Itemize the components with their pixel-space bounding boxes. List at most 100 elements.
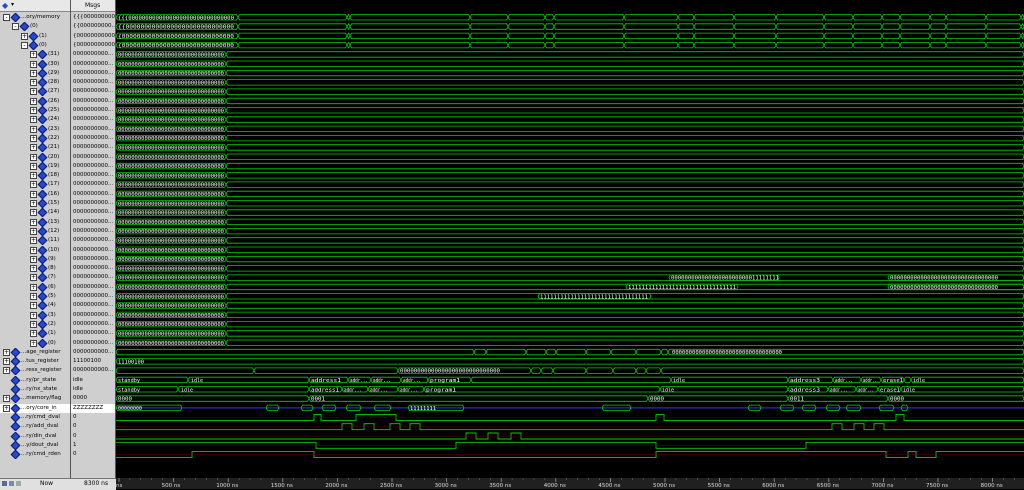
signal-row[interactable]: + (13) bbox=[0, 217, 70, 227]
signal-row[interactable]: + (11) bbox=[0, 236, 70, 246]
expand-icon[interactable]: + bbox=[30, 255, 37, 263]
signal-row[interactable]: ...y/dout_dval bbox=[0, 440, 70, 450]
signal-row[interactable]: + ...tus_register bbox=[0, 357, 70, 367]
footer-icon-b[interactable] bbox=[9, 481, 14, 486]
expand-icon[interactable]: + bbox=[3, 358, 10, 366]
signal-row[interactable]: + (6) bbox=[0, 282, 70, 292]
signal-row[interactable]: + (7) bbox=[0, 273, 70, 283]
expand-icon[interactable]: + bbox=[30, 209, 37, 217]
expand-icon[interactable]: + bbox=[30, 200, 37, 207]
signal-row[interactable]: + (1) bbox=[0, 329, 70, 339]
wave-menu-icon[interactable]: ◆ bbox=[2, 1, 11, 10]
signal-row[interactable]: + (26) bbox=[0, 96, 70, 106]
expand-icon[interactable]: + bbox=[30, 107, 37, 114]
signal-row[interactable]: ...ry/add_dval bbox=[0, 422, 70, 432]
value-row: 0000000000... bbox=[71, 78, 115, 87]
expand-icon[interactable]: + bbox=[30, 116, 37, 124]
signal-row[interactable]: + ...ress_register bbox=[0, 366, 70, 376]
expand-icon[interactable]: + bbox=[21, 32, 28, 40]
expand-icon[interactable]: + bbox=[3, 348, 10, 356]
expand-icon[interactable]: + bbox=[30, 265, 37, 273]
footer-icon-a[interactable] bbox=[2, 481, 7, 486]
signal-row[interactable]: + (1) bbox=[0, 31, 70, 41]
expand-icon[interactable]: + bbox=[30, 293, 37, 300]
expand-icon[interactable]: + bbox=[30, 181, 37, 189]
expand-icon[interactable]: + bbox=[30, 330, 37, 338]
signal-row[interactable]: + (31) bbox=[0, 50, 70, 60]
expand-icon[interactable]: + bbox=[30, 162, 37, 170]
expand-icon[interactable]: + bbox=[3, 395, 10, 403]
signal-row[interactable]: - (0) bbox=[0, 22, 70, 32]
signal-row[interactable]: ...ry/din_dval bbox=[0, 431, 70, 441]
signal-row[interactable]: + (10) bbox=[0, 245, 70, 255]
signal-row[interactable]: + (24) bbox=[0, 115, 70, 125]
signal-row[interactable]: ...ry/cmd_rden bbox=[0, 450, 70, 460]
bus-value-label: {000000000000000000000000000000 bbox=[118, 34, 234, 40]
signal-row[interactable]: + (14) bbox=[0, 208, 70, 218]
signal-row[interactable]: + (16) bbox=[0, 189, 70, 199]
signal-row[interactable]: + (4) bbox=[0, 301, 70, 311]
expand-icon[interactable]: + bbox=[30, 339, 37, 347]
expand-icon[interactable]: + bbox=[30, 69, 37, 77]
bus-segment bbox=[349, 32, 471, 39]
expand-icon[interactable]: + bbox=[30, 144, 37, 152]
expand-icon[interactable]: + bbox=[30, 153, 37, 161]
expand-icon[interactable]: + bbox=[30, 227, 37, 235]
signal-row[interactable]: + (18) bbox=[0, 171, 70, 181]
signal-row[interactable]: - (0) bbox=[0, 40, 70, 50]
footer-icon-c[interactable] bbox=[16, 481, 21, 486]
signal-row[interactable]: + (22) bbox=[0, 133, 70, 143]
signal-diamond-icon bbox=[37, 189, 48, 199]
expand-icon[interactable]: + bbox=[30, 79, 37, 87]
signal-row[interactable]: + (28) bbox=[0, 78, 70, 88]
expand-icon[interactable]: + bbox=[30, 274, 37, 282]
signal-row[interactable]: + (12) bbox=[0, 226, 70, 236]
expand-icon[interactable]: + bbox=[30, 246, 37, 254]
signal-row[interactable]: + (29) bbox=[0, 68, 70, 78]
signal-row[interactable]: + (9) bbox=[0, 254, 70, 264]
signal-row[interactable]: + (25) bbox=[0, 106, 70, 115]
signal-row[interactable]: + (0) bbox=[0, 338, 70, 348]
expand-icon[interactable]: + bbox=[3, 404, 10, 412]
signal-row[interactable]: + (3) bbox=[0, 310, 70, 320]
signal-row[interactable]: + (21) bbox=[0, 143, 70, 153]
signal-row[interactable]: + (8) bbox=[0, 264, 70, 274]
signal-row[interactable]: ...ry/cmd_dval bbox=[0, 412, 70, 422]
signal-row[interactable]: + ...ory/core_in bbox=[0, 403, 70, 413]
expand-icon[interactable]: + bbox=[30, 134, 37, 142]
signal-row[interactable]: ...ry/nx_state bbox=[0, 385, 70, 394]
expand-icon[interactable]: + bbox=[30, 125, 37, 133]
signal-row[interactable]: + (27) bbox=[0, 87, 70, 97]
expand-icon[interactable]: + bbox=[30, 60, 37, 68]
signal-row[interactable]: + (15) bbox=[0, 199, 70, 208]
signal-row[interactable]: + (17) bbox=[0, 180, 70, 190]
expand-icon[interactable]: + bbox=[30, 237, 37, 245]
expand-icon[interactable]: + bbox=[30, 283, 37, 291]
signal-row[interactable]: + (23) bbox=[0, 124, 70, 134]
chevron-down-icon[interactable]: ▾ bbox=[11, 1, 20, 9]
expand-icon[interactable]: + bbox=[30, 97, 37, 105]
signal-row[interactable]: - ...ory/memory bbox=[0, 13, 70, 22]
collapse-icon[interactable]: - bbox=[12, 23, 19, 31]
signal-row[interactable]: + ...age_register bbox=[0, 347, 70, 357]
collapse-icon[interactable]: - bbox=[21, 41, 28, 49]
signal-row[interactable]: ...ry/pr_state bbox=[0, 375, 70, 385]
value-row: 0000000000... bbox=[71, 50, 115, 59]
expand-icon[interactable]: + bbox=[30, 320, 37, 328]
expand-icon[interactable]: + bbox=[30, 311, 37, 319]
signal-row[interactable]: + ...memory/flag bbox=[0, 394, 70, 404]
waveform-canvas[interactable]: ns 500 ns 1000 ns 1500 ns 2000 ns 2500 ns 3000… bbox=[116, 0, 1024, 489]
signal-row[interactable]: + (5) bbox=[0, 292, 70, 301]
signal-row[interactable]: + (20) bbox=[0, 152, 70, 162]
expand-icon[interactable]: + bbox=[30, 88, 37, 96]
signal-row[interactable]: + (2) bbox=[0, 319, 70, 329]
expand-icon[interactable]: + bbox=[30, 302, 37, 310]
signal-row[interactable]: + (30) bbox=[0, 59, 70, 69]
signal-row[interactable]: + (19) bbox=[0, 161, 70, 171]
expand-icon[interactable]: + bbox=[30, 218, 37, 226]
expand-icon[interactable]: + bbox=[30, 172, 37, 180]
expand-icon[interactable]: + bbox=[3, 367, 10, 375]
expand-icon[interactable]: + bbox=[30, 51, 37, 59]
expand-icon[interactable]: + bbox=[30, 190, 37, 198]
collapse-icon[interactable]: - bbox=[3, 14, 10, 21]
